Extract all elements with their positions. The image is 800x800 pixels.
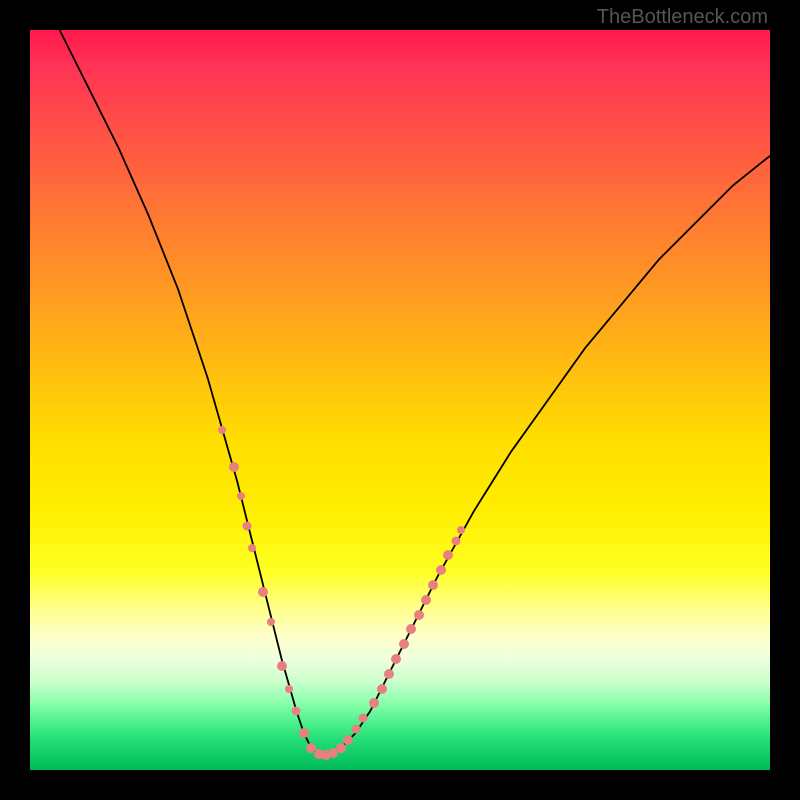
data-marker (443, 550, 453, 560)
data-marker (351, 725, 360, 734)
data-marker (242, 521, 251, 530)
data-marker (248, 544, 256, 552)
data-marker (359, 714, 368, 723)
data-marker (391, 654, 401, 664)
data-marker (267, 618, 275, 626)
plot-area (30, 30, 770, 770)
data-marker (218, 426, 226, 434)
data-marker (428, 580, 438, 590)
data-marker (343, 735, 353, 745)
data-marker (229, 462, 239, 472)
data-marker (414, 610, 424, 620)
data-marker (277, 661, 287, 671)
data-marker (436, 565, 446, 575)
data-marker (457, 526, 465, 534)
data-marker (421, 595, 431, 605)
data-marker (258, 587, 268, 597)
data-marker (285, 685, 293, 693)
data-marker (399, 639, 409, 649)
watermark-text: TheBottleneck.com (597, 6, 768, 29)
data-marker (451, 536, 460, 545)
data-marker (299, 728, 309, 738)
data-marker (384, 669, 394, 679)
bottleneck-curve (60, 30, 770, 755)
data-marker (377, 684, 387, 694)
data-marker (292, 706, 301, 715)
data-marker (369, 698, 379, 708)
chart-container: TheBottleneck.com (0, 0, 800, 800)
data-marker (406, 624, 416, 634)
data-marker (237, 492, 245, 500)
